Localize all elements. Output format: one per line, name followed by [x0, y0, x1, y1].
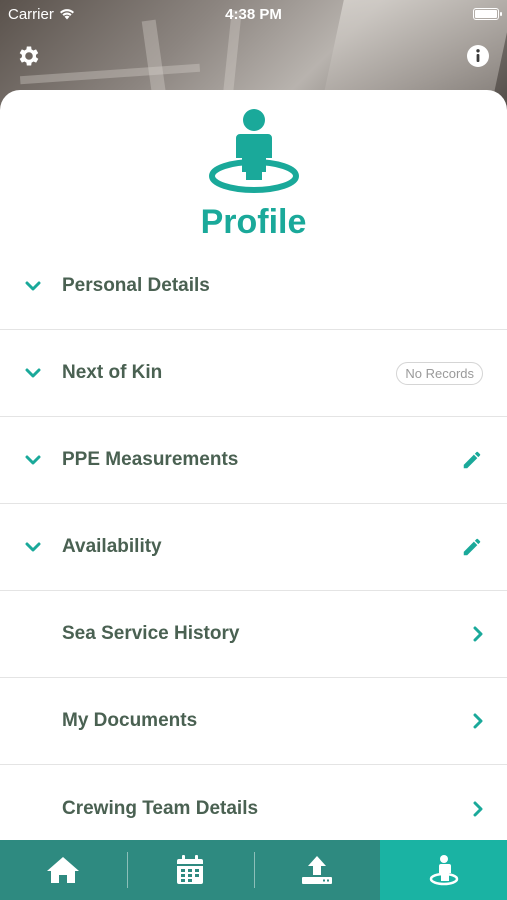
profile-icon: [429, 855, 458, 886]
section-label: Personal Details: [62, 275, 210, 296]
tab-home[interactable]: [0, 840, 127, 900]
chevron-down-icon: [24, 277, 42, 295]
section-next-of-kin[interactable]: Next of Kin No Records: [0, 330, 507, 417]
section-my-documents[interactable]: My Documents: [0, 678, 507, 765]
section-sea-service-history[interactable]: Sea Service History: [0, 591, 507, 678]
tab-upload[interactable]: [253, 840, 381, 900]
section-label: My Documents: [62, 710, 198, 731]
chevron-down-icon: [24, 451, 42, 469]
info-icon: [467, 45, 489, 67]
section-label: Sea Service History: [62, 623, 240, 644]
tab-calendar[interactable]: [126, 840, 254, 900]
battery-icon: [473, 8, 502, 20]
home-icon: [47, 857, 80, 883]
section-label: Crewing Team Details: [62, 797, 259, 819]
chevron-right-icon: [473, 626, 483, 642]
crane-beam: [19, 63, 201, 85]
edit-ppe-button[interactable]: [461, 449, 483, 471]
info-button[interactable]: [464, 42, 492, 70]
section-crewing-team-details[interactable]: Crewing Team Details: [0, 765, 507, 852]
settings-button[interactable]: [15, 42, 43, 70]
chevron-right-icon: [473, 801, 483, 817]
chevron-right-icon: [473, 713, 483, 729]
section-label: Next of Kin: [62, 362, 163, 383]
chevron-down-icon: [24, 538, 42, 556]
no-records-badge: No Records: [396, 361, 483, 385]
upload-icon: [301, 856, 332, 884]
section-availability[interactable]: Availability: [0, 504, 507, 591]
bottom-tab-bar: [0, 840, 507, 900]
gear-icon: [19, 46, 39, 66]
section-personal-details[interactable]: Personal Details: [0, 243, 507, 330]
pencil-icon: [463, 451, 481, 469]
profile-sections-list: Personal Details Next of Kin No Records …: [0, 243, 507, 852]
status-time: 4:38 PM: [225, 5, 282, 23]
pencil-icon: [463, 538, 481, 556]
status-bar: Carrier 4:38 PM: [0, 0, 507, 28]
page-title: Profile: [200, 203, 307, 241]
chevron-down-icon: [24, 364, 42, 382]
edit-availability-button[interactable]: [461, 536, 483, 558]
tab-profile[interactable]: [380, 840, 507, 900]
section-ppe-measurements[interactable]: PPE Measurements: [0, 417, 507, 504]
calendar-icon: [177, 855, 204, 884]
person-pin-icon: [208, 109, 299, 193]
profile-header: Profile: [0, 90, 507, 250]
section-label: PPE Measurements: [62, 449, 239, 470]
section-label: Availability: [62, 536, 162, 557]
